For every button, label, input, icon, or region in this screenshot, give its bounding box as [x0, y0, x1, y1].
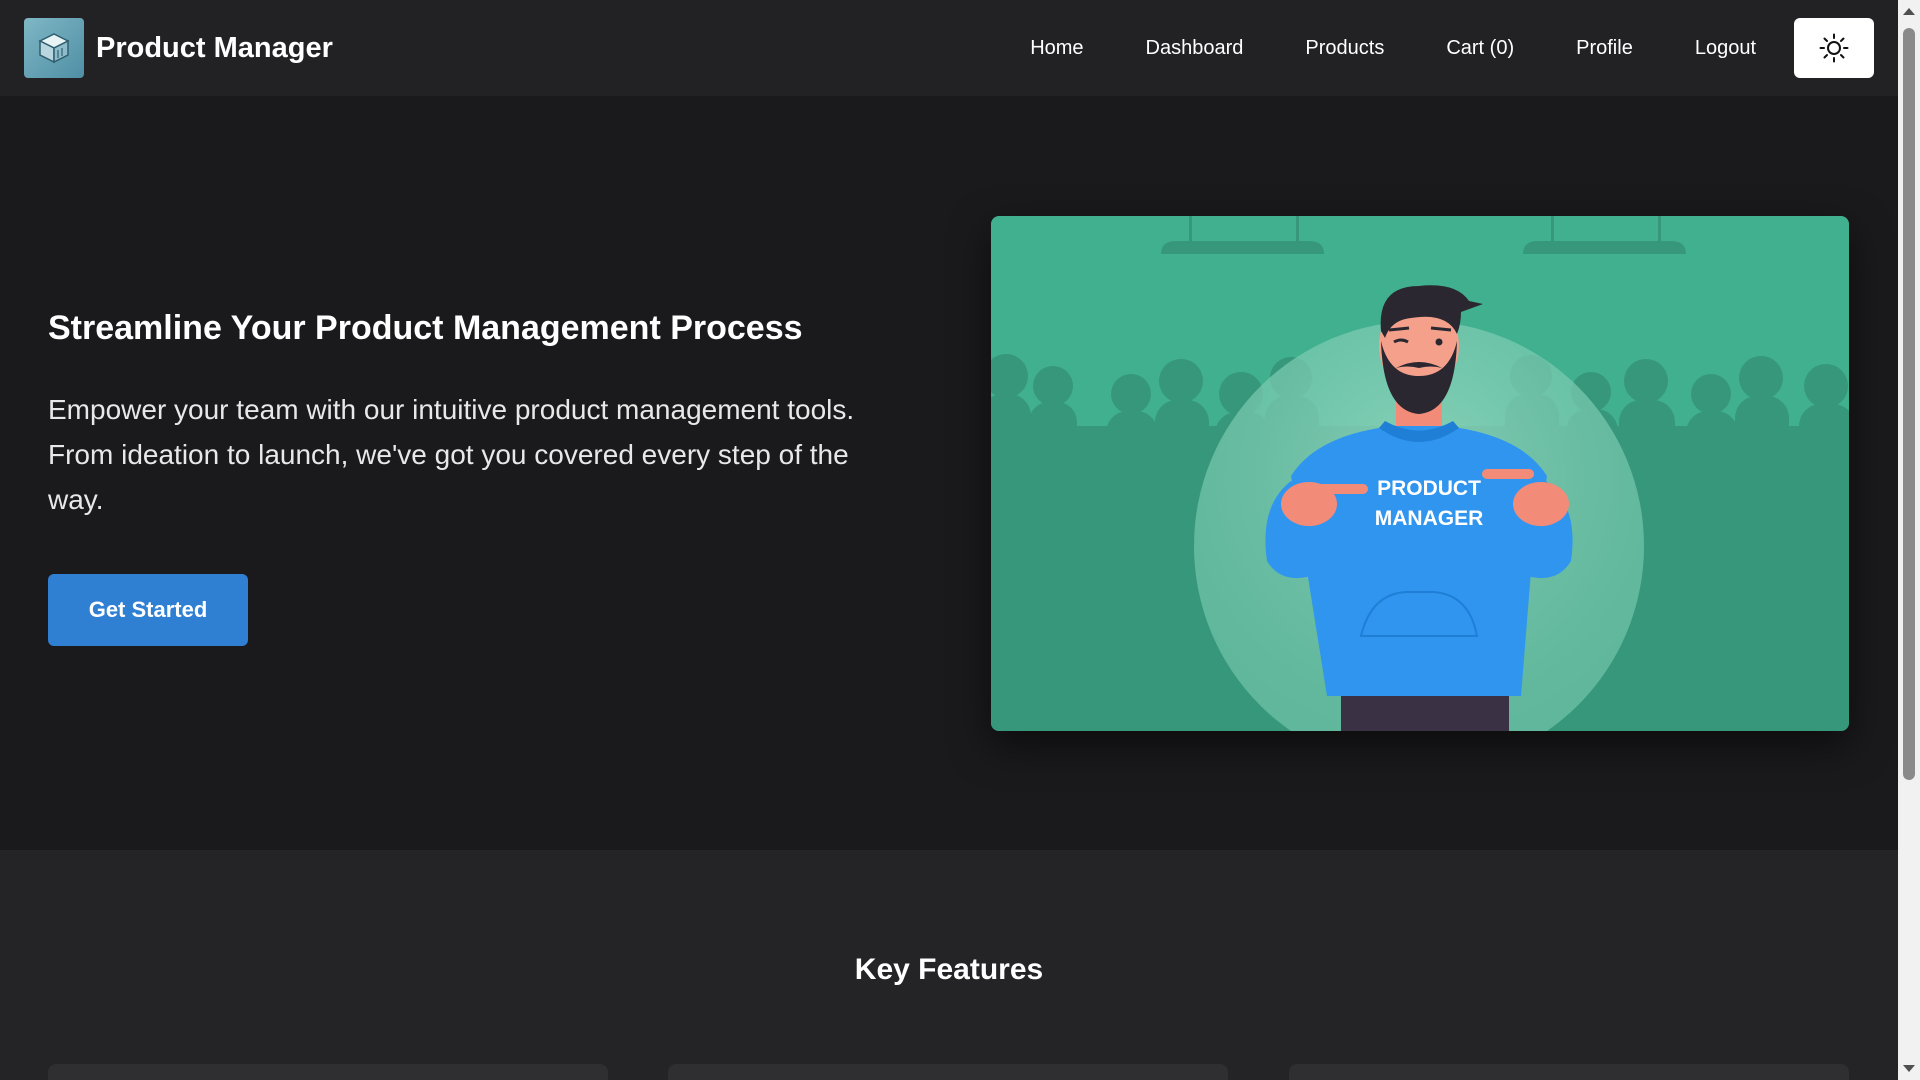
nav-logout-link[interactable]: Logout: [1695, 37, 1756, 60]
shirt-text-line2: MANAGER: [1375, 507, 1484, 530]
nav-home-link[interactable]: Home: [1030, 37, 1083, 60]
brand[interactable]: Product Manager: [24, 18, 333, 78]
sun-icon: [1819, 33, 1849, 63]
brand-title: Product Manager: [96, 31, 333, 64]
get-started-button[interactable]: Get Started: [48, 573, 248, 646]
hero-text: Streamline Your Product Management Proce…: [48, 308, 908, 646]
shirt-text-line1: PRODUCT: [1377, 477, 1481, 500]
hero-title: Streamline Your Product Management Proce…: [48, 309, 803, 347]
feature-card: [48, 1064, 608, 1080]
feature-card: [668, 1064, 1228, 1080]
features-title: Key Features: [854, 953, 1044, 986]
scroll-up-arrow-icon[interactable]: [1903, 8, 1915, 15]
hero-section: Streamline Your Product Management Proce…: [0, 96, 1898, 850]
box-icon: [38, 33, 70, 64]
navbar: Product Manager Home Dashboard Products …: [0, 0, 1898, 96]
nav-profile-link[interactable]: Profile: [1576, 37, 1633, 60]
logo: [24, 18, 84, 78]
features-section: Key Features: [0, 850, 1898, 1080]
hero-description: Empower your team with our intuitive pro…: [48, 393, 855, 515]
nav-links: Home Dashboard Products Cart (0) Profile…: [999, 18, 1874, 78]
product-manager-illustration: PRODUCT MANAGER: [991, 216, 1849, 731]
theme-toggle-button[interactable]: [1794, 18, 1874, 78]
nav-cart-link[interactable]: Cart (0): [1446, 37, 1514, 60]
nav-products-link[interactable]: Products: [1305, 37, 1384, 60]
page-scrollbar[interactable]: [1898, 0, 1920, 1080]
scroll-down-arrow-icon[interactable]: [1903, 1065, 1915, 1072]
scroll-thumb[interactable]: [1903, 28, 1915, 780]
hero-illustration: PRODUCT MANAGER: [991, 216, 1849, 731]
nav-dashboard-link[interactable]: Dashboard: [1146, 37, 1244, 60]
feature-card: [1289, 1064, 1849, 1080]
